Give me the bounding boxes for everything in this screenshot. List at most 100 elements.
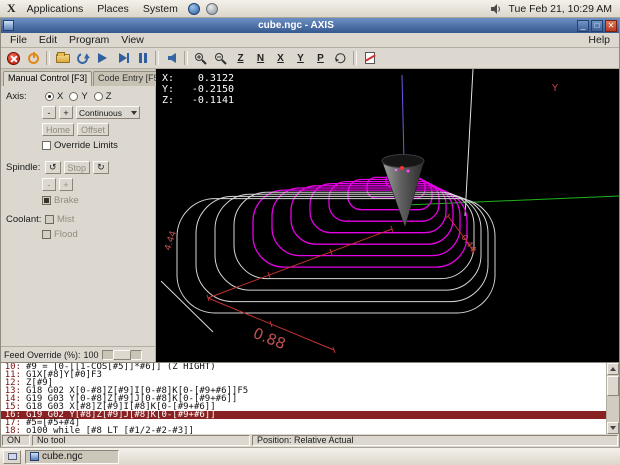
step-button[interactable]: [113, 50, 132, 67]
view-menu[interactable]: View: [115, 34, 150, 46]
clear-plot-button[interactable]: [360, 50, 379, 67]
flood-label: Flood: [54, 229, 78, 240]
applications-menu[interactable]: Applications: [21, 2, 90, 16]
rotate-view-button[interactable]: [331, 50, 350, 67]
dimension-lines: [206, 213, 477, 354]
jog-minus-button[interactable]: -: [42, 106, 56, 119]
pause-button[interactable]: [133, 50, 152, 67]
close-button[interactable]: ✕: [605, 19, 617, 32]
axis-z-radio[interactable]: [93, 92, 103, 101]
desktop-bottom-panel: cube.ngc: [0, 447, 620, 465]
view-z-button[interactable]: Z: [231, 50, 250, 67]
open-folder-icon: [55, 51, 70, 63]
machine-power-button[interactable]: [24, 50, 43, 67]
jog-mode-select[interactable]: Continuous: [76, 106, 140, 119]
jog-plus-button[interactable]: +: [59, 106, 73, 119]
view-x-button[interactable]: X: [271, 50, 290, 67]
minimize-button[interactable]: _: [577, 19, 589, 32]
estop-button[interactable]: [4, 50, 23, 67]
window-icon: [3, 20, 14, 31]
x-logo-icon[interactable]: X: [4, 1, 19, 16]
arrow-up-icon: [610, 367, 616, 371]
view-z-rotated-button[interactable]: N: [251, 50, 270, 67]
task-window-icon: [30, 452, 39, 461]
reload-button[interactable]: [73, 50, 92, 67]
help-launcher-icon[interactable]: [205, 2, 218, 15]
view-p-label: P: [317, 52, 324, 64]
clock[interactable]: Tue Feb 21, 10:29 AM: [504, 3, 616, 15]
file-menu[interactable]: File: [4, 34, 33, 46]
spindle-label: Spindle:: [6, 162, 41, 173]
mist-checkbox[interactable]: [45, 215, 54, 224]
edit-menu[interactable]: Edit: [33, 34, 63, 46]
scroll-down-button[interactable]: [607, 422, 619, 434]
clear-plot-icon: [364, 52, 375, 64]
browser-launcher-icon[interactable]: [187, 2, 200, 15]
axis-y-radio[interactable]: [69, 92, 79, 101]
run-button[interactable]: [93, 50, 112, 67]
zoom-out-button[interactable]: [211, 50, 230, 67]
gcode-scrollbar[interactable]: [606, 363, 619, 434]
toolpath-preview[interactable]: 0.88 4.44 0.44 Y: [156, 69, 619, 362]
view-z-label: Z: [237, 52, 244, 64]
feed-override-row: Feed Override (%): 100: [1, 346, 155, 362]
help-menu[interactable]: Help: [582, 34, 616, 46]
offset-button[interactable]: Offset: [77, 123, 109, 136]
spindle-ccw-icon: ↺: [49, 162, 57, 172]
dro-x-label: X:: [162, 73, 175, 84]
arrow-down-icon: [610, 426, 616, 430]
power-icon: [28, 51, 39, 64]
brake-checkbox[interactable]: [42, 196, 51, 205]
toolbar: Z N X Y P: [1, 48, 619, 69]
scroll-thumb[interactable]: [607, 376, 619, 396]
view-perspective-button[interactable]: P: [311, 50, 330, 67]
zoom-in-button[interactable]: [191, 50, 210, 67]
position-status: Position: Relative Actual: [252, 435, 618, 446]
places-menu[interactable]: Places: [91, 2, 135, 16]
program-menu[interactable]: Program: [63, 34, 115, 46]
system-menu[interactable]: System: [137, 2, 184, 16]
spindle-ccw-button[interactable]: ↺: [45, 161, 61, 174]
view-y-label: Y: [297, 52, 304, 64]
gcode-listing[interactable]: 10: #9 = [0-[[1-COS[#5]]*#6]] (Z HIGHT) 1…: [1, 362, 619, 434]
scroll-up-button[interactable]: [607, 363, 619, 375]
run-icon: [98, 53, 107, 63]
toolpath-rings: [252, 174, 468, 268]
dimension-label-right: 0.44: [459, 233, 478, 254]
slider-handle[interactable]: [112, 349, 131, 360]
home-button[interactable]: Home: [42, 123, 75, 136]
toolbar-separator: [155, 51, 159, 65]
titlebar[interactable]: cube.ngc - AXIS _ □ ✕: [1, 18, 619, 33]
open-file-button[interactable]: [53, 50, 72, 67]
gcode-line[interactable]: 18: o100 while [#8 LT [#1/2-#2-#3]]: [1, 427, 606, 435]
spindle-stop-button[interactable]: Stop: [63, 161, 91, 174]
maximize-button[interactable]: □: [591, 19, 603, 32]
spindle-cw-button[interactable]: ↻: [93, 161, 109, 174]
show-desktop-button[interactable]: [3, 449, 21, 464]
spindle-plus-button[interactable]: +: [59, 178, 73, 191]
feed-override-slider[interactable]: [101, 349, 142, 360]
override-limits-label: Override Limits: [54, 140, 118, 151]
y-axis-line: [405, 195, 619, 206]
dro-y-label: Y:: [162, 84, 175, 95]
gcode-line-active[interactable]: 16: G19 G02 Y[#8]Z[#9]J[#8]K[0-[#9+#6]]: [1, 411, 606, 420]
zoom-in-icon: [195, 52, 207, 65]
flood-checkbox[interactable]: [42, 230, 51, 239]
axis-x-radio[interactable]: [45, 92, 54, 101]
status-bar: ON No tool Position: Relative Actual: [1, 434, 619, 447]
taskbar-item-axis[interactable]: cube.ngc: [25, 449, 119, 464]
spindle-minus-button[interactable]: -: [42, 178, 56, 191]
gcode-line[interactable]: 11: G1X[#8]Y[#0]F3: [1, 371, 606, 380]
override-limits-checkbox[interactable]: [42, 141, 51, 150]
step-icon: [118, 53, 129, 63]
tab-manual-control[interactable]: Manual Control [F3]: [3, 71, 93, 86]
gcode-lines[interactable]: 10: #9 = [0-[[1-COS[#5]]*#6]] (Z HIGHT) 1…: [1, 363, 606, 434]
toolbar-separator: [353, 51, 357, 65]
run-from-line-button[interactable]: [162, 50, 181, 67]
view-y-button[interactable]: Y: [291, 50, 310, 67]
desktop-icon: [7, 453, 17, 460]
tool-status: No tool: [32, 435, 250, 446]
volume-icon[interactable]: [490, 3, 502, 15]
scroll-track[interactable]: [607, 396, 619, 422]
dro-z-label: Z:: [162, 95, 175, 106]
